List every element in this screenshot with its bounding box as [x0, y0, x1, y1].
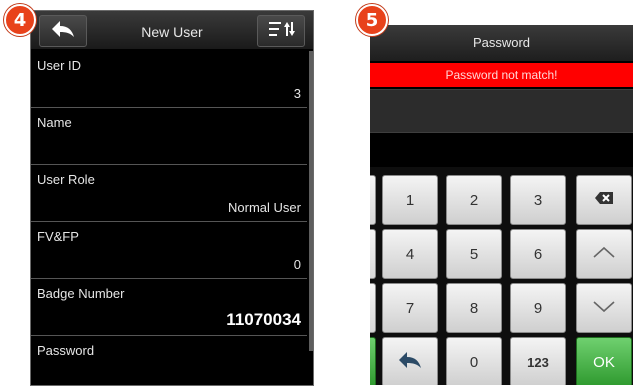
field-value: Normal User	[228, 200, 301, 215]
key-8[interactable]: 8	[446, 283, 502, 333]
step-4-badge: 4	[4, 4, 36, 36]
field-label: FV&FP	[37, 229, 79, 244]
error-message: Password not match!	[370, 63, 633, 87]
field-user-role[interactable]: User Role Normal User	[31, 165, 307, 222]
backspace-button[interactable]	[576, 175, 632, 225]
key-0[interactable]: 0	[446, 337, 502, 385]
field-label: Badge Number	[37, 286, 125, 301]
key-3[interactable]: 3	[510, 175, 566, 225]
key-6[interactable]: 6	[510, 229, 566, 279]
step-5-badge: 5	[356, 4, 388, 36]
key-7[interactable]: 7	[382, 283, 438, 333]
field-value: 0	[293, 257, 301, 272]
new-user-screen: New User User ID 3 Name User Role Normal…	[30, 10, 314, 386]
field-label: Name	[37, 115, 72, 130]
left-edge-key[interactable]	[370, 283, 376, 333]
password-title: Password	[370, 25, 633, 61]
field-badge-number[interactable]: Badge Number 11070034	[31, 279, 307, 336]
key-5[interactable]: 5	[446, 229, 502, 279]
sort-menu-button[interactable]	[257, 15, 305, 47]
back-button[interactable]	[39, 15, 87, 47]
field-password[interactable]: Password	[31, 336, 307, 385]
left-edge-green-key[interactable]	[370, 337, 376, 385]
page-title: New User	[141, 24, 203, 40]
key-2[interactable]: 2	[446, 175, 502, 225]
back-arrow-icon	[397, 351, 423, 373]
key-1[interactable]: 1	[382, 175, 438, 225]
left-edge-key[interactable]	[370, 229, 376, 279]
left-edge-key[interactable]	[370, 175, 376, 225]
ok-button[interactable]: OK	[576, 337, 632, 385]
input-mode-button[interactable]: 123	[510, 337, 566, 385]
chevron-up-icon	[592, 245, 616, 263]
user-field-list: User ID 3 Name User Role Normal User FV&…	[31, 51, 307, 385]
field-value: 11070034	[226, 310, 301, 329]
up-button[interactable]	[576, 229, 632, 279]
sort-menu-icon	[267, 19, 295, 44]
key-9[interactable]: 9	[510, 283, 566, 333]
key-4[interactable]: 4	[382, 229, 438, 279]
password-input[interactable]	[370, 89, 633, 133]
scrollbar[interactable]	[309, 51, 313, 351]
password-screen: Password Password not match! 1 2 3 4 5 6	[370, 25, 633, 385]
field-label: User ID	[37, 58, 82, 73]
field-label: User Role	[37, 172, 95, 187]
field-fv-fp[interactable]: FV&FP 0	[31, 222, 307, 279]
new-user-topbar: New User	[31, 11, 313, 49]
chevron-down-icon	[592, 299, 616, 317]
down-button[interactable]	[576, 283, 632, 333]
field-value: 3	[293, 86, 301, 101]
field-label: Password	[37, 343, 95, 358]
field-user-id[interactable]: User ID 3	[31, 51, 307, 108]
backspace-icon	[594, 191, 614, 209]
field-name[interactable]: Name	[31, 108, 307, 165]
keypad: 1 2 3 4 5 6 7 8 9 0 123 OK	[370, 167, 633, 385]
back-key[interactable]	[382, 337, 438, 385]
back-arrow-icon	[50, 19, 76, 44]
